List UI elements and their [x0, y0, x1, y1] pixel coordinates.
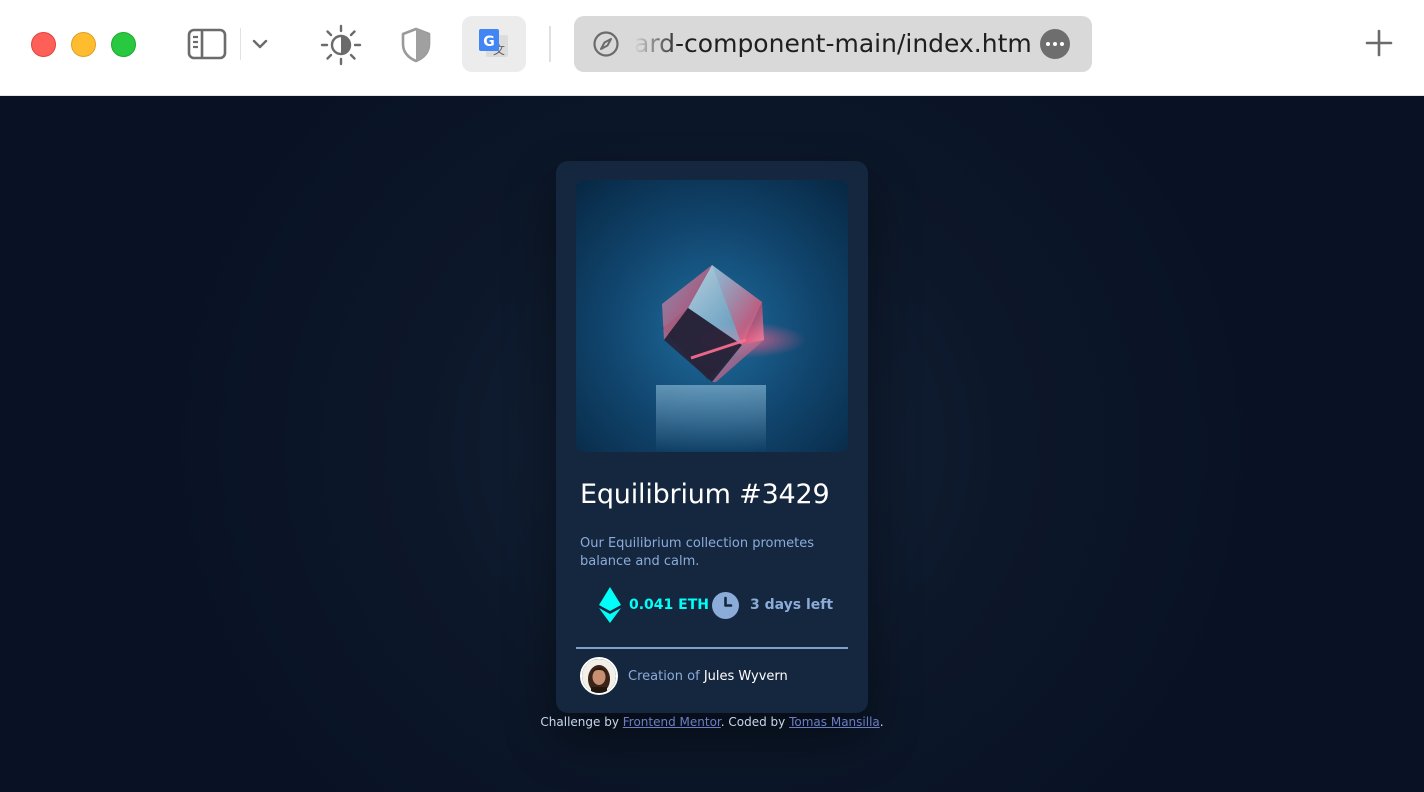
- time-remaining: 3 days left: [750, 597, 834, 613]
- translate-button[interactable]: 文 G: [462, 16, 526, 72]
- coded-prefix: . Coded by: [720, 715, 786, 729]
- creator-avatar: [580, 657, 618, 695]
- toolbar-divider: [549, 26, 551, 62]
- equilibrium-image[interactable]: [576, 180, 848, 452]
- plus-icon: [1365, 29, 1393, 57]
- translate-icon: 文 G: [479, 29, 508, 57]
- more-icon: [1046, 42, 1050, 46]
- card-description: Our Equilibrium collection prometes bala…: [580, 536, 815, 569]
- clock-icon: [712, 592, 739, 619]
- toolbar-divider: [240, 28, 241, 60]
- shield-icon: [401, 27, 431, 63]
- attribution-suffix: .: [879, 715, 884, 729]
- challenge-prefix: Challenge by: [540, 715, 619, 729]
- attribution: Challenge by Frontend Mentor. Coded by T…: [0, 715, 1424, 729]
- card-stats: 0.041 ETH 3 days left: [596, 585, 846, 625]
- sidebar-toggle-button[interactable]: [184, 24, 230, 64]
- address-bar[interactable]: ard-component-main/index.html: [574, 16, 1092, 72]
- appearance-button[interactable]: [318, 22, 364, 68]
- compass-icon: [593, 31, 619, 57]
- creator-credit: Creation of Jules Wyvern: [628, 669, 788, 684]
- minimize-window-button[interactable]: [71, 32, 96, 57]
- sidebar-icon: [187, 28, 227, 60]
- frontend-mentor-link[interactable]: Frontend Mentor: [623, 715, 721, 729]
- browser-toolbar: 文 G ard-component-main/index.html: [0, 0, 1424, 96]
- card-divider: [576, 647, 848, 649]
- eth-price: 0.041 ETH: [629, 597, 709, 613]
- page-menu-button[interactable]: [1040, 29, 1070, 59]
- chevron-down-icon: [252, 39, 268, 49]
- close-window-button[interactable]: [31, 32, 56, 57]
- creator-name[interactable]: Jules Wyvern: [704, 669, 788, 684]
- author-link[interactable]: Tomas Mansilla: [789, 715, 880, 729]
- tab-group-menu-button[interactable]: [246, 30, 274, 58]
- privacy-report-button[interactable]: [394, 22, 438, 68]
- new-tab-button[interactable]: [1362, 26, 1396, 60]
- creator-prefix: Creation of: [628, 669, 700, 684]
- svg-text:G: G: [483, 34, 495, 50]
- card-title[interactable]: Equilibrium #3429: [580, 479, 830, 510]
- ethereum-icon: [599, 587, 621, 623]
- page-viewport: Equilibrium #3429 Our Equilibrium collec…: [0, 96, 1424, 792]
- sun-icon: [320, 24, 362, 66]
- nft-card: Equilibrium #3429 Our Equilibrium collec…: [556, 161, 868, 713]
- url-text[interactable]: ard-component-main/index.html: [634, 29, 1034, 59]
- zoom-window-button[interactable]: [111, 32, 136, 57]
